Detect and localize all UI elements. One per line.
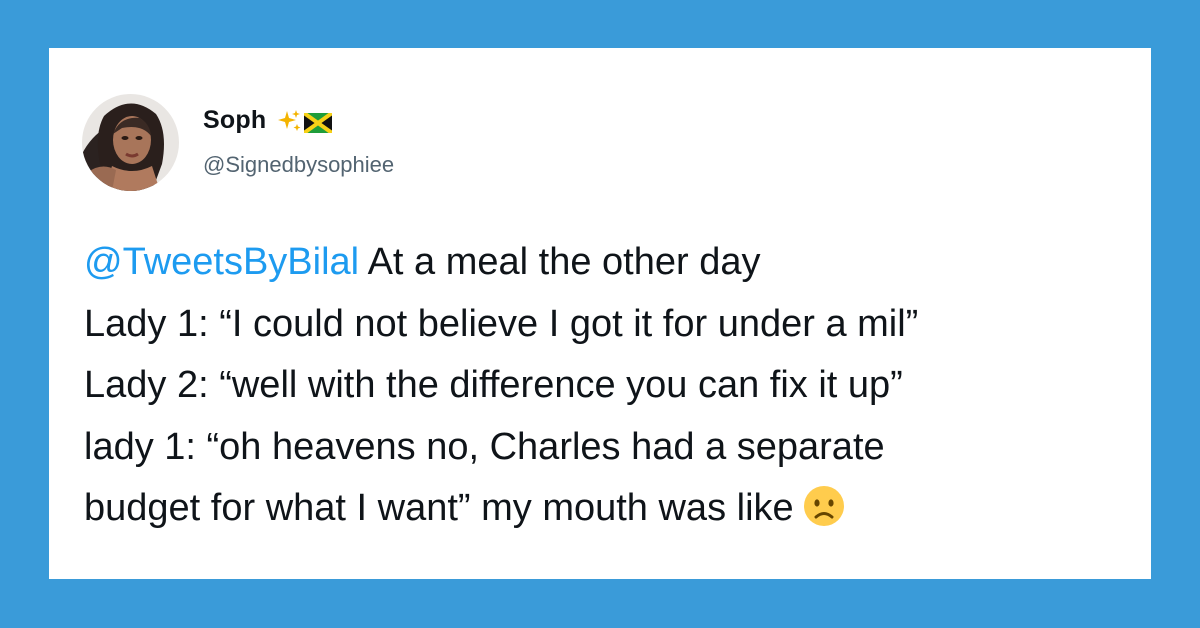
tweet-card: Soph @Signedbysophiee @TweetsByBilal At …: [49, 48, 1151, 579]
author-display-name[interactable]: Soph: [203, 106, 266, 135]
sparkles-icon: [276, 108, 302, 134]
frowning-face-icon: [802, 484, 846, 528]
mention-link[interactable]: @TweetsByBilal: [84, 241, 359, 283]
tweet-line-5-text: budget for what I want” my mouth was lik…: [84, 487, 794, 529]
tweet-line-1-text: At a meal the other day: [359, 241, 761, 283]
tweet-line-5: budget for what I want” my mouth was lik…: [84, 478, 1134, 540]
avatar-photo: [82, 94, 179, 191]
tweet-text: @TweetsByBilal At a meal the other day L…: [84, 232, 1134, 540]
avatar[interactable]: [82, 94, 179, 191]
jamaica-flag-icon: [303, 110, 334, 135]
author-handle[interactable]: @Signedbysophiee: [203, 152, 394, 178]
author-display-name-row[interactable]: Soph: [203, 106, 334, 135]
tweet-line-3: Lady 2: “well with the difference you ca…: [84, 364, 903, 406]
tweet-line-1: @TweetsByBilal At a meal the other day: [84, 232, 1134, 294]
tweet-line-2: Lady 1: “I could not believe I got it fo…: [84, 302, 919, 345]
tweet-line-4: lady 1: “oh heavens no, Charles had a se…: [84, 425, 885, 468]
